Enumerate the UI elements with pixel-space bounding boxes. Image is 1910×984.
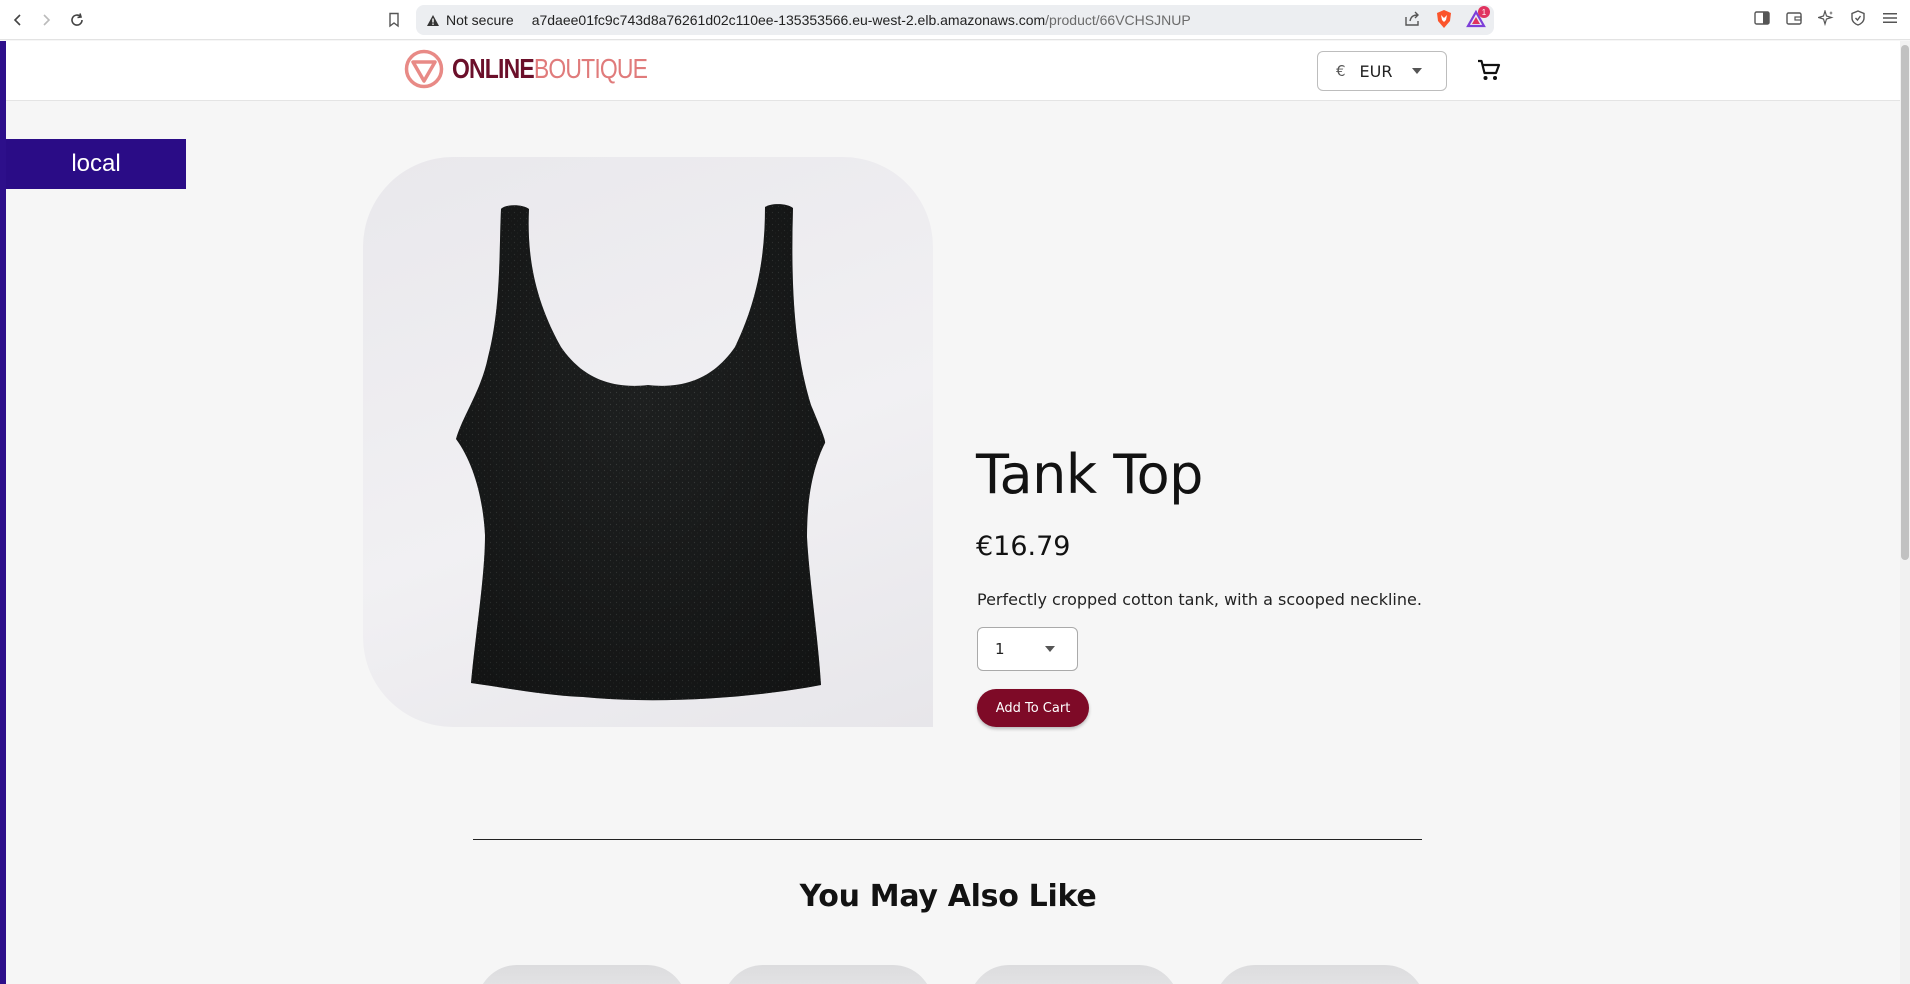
reload-icon[interactable] (65, 8, 89, 32)
product-title: Tank Top (976, 443, 1203, 506)
currency-selector[interactable]: € EUR (1317, 51, 1447, 91)
vpn-icon[interactable] (1848, 8, 1868, 28)
logo-text-boutique: BOUTIQUE (533, 53, 648, 84)
forward-icon[interactable] (34, 8, 58, 32)
url-host: a7daee01fc9c743d8a76261d02c110ee-1353535… (531, 12, 1046, 28)
tank-top-image (456, 204, 826, 701)
menu-icon[interactable] (1880, 8, 1900, 28)
recommendation-card[interactable] (1215, 965, 1425, 984)
caret-down-icon (1044, 646, 1055, 652)
security-label[interactable]: Not secure (446, 12, 514, 28)
currency-symbol: € (1336, 62, 1346, 80)
site-header: ONLINEBOUTIQUE € EUR (6, 41, 1904, 101)
page-viewport: ONLINEBOUTIQUE € EUR local Tank Top €16.… (0, 41, 1910, 984)
cart-icon[interactable] (1476, 57, 1502, 83)
share-icon[interactable] (1402, 9, 1422, 29)
recommendation-card[interactable] (477, 965, 687, 984)
quantity-value: 1 (995, 640, 1005, 658)
caret-down-icon (1412, 68, 1423, 74)
recommendation-list (477, 965, 1425, 984)
logo-text-online: ONLINE (452, 53, 535, 84)
browser-actions (1752, 8, 1900, 28)
recommendation-card[interactable] (723, 965, 933, 984)
address-bar-actions: 1 (1402, 6, 1490, 29)
warning-icon (426, 13, 440, 27)
sidebar-icon[interactable] (1752, 8, 1772, 28)
leo-ai-icon[interactable] (1816, 8, 1836, 28)
product-description: Perfectly cropped cotton tank, with a sc… (977, 590, 1422, 609)
browser-toolbar: Not secure a7daee01fc9c743d8a76261d02c11… (0, 0, 1910, 40)
currency-code: EUR (1359, 61, 1393, 81)
notification-badge: 1 (1478, 6, 1490, 18)
back-icon[interactable] (6, 8, 30, 32)
brave-shield-icon[interactable] (1434, 9, 1454, 29)
bookmark-icon[interactable] (382, 8, 406, 32)
product-price: €16.79 (976, 531, 1071, 562)
brave-rewards-icon[interactable]: 1 (1466, 6, 1490, 29)
environment-badge: local (6, 139, 186, 189)
logo-text: ONLINEBOUTIQUE (452, 53, 648, 85)
site-logo[interactable]: ONLINEBOUTIQUE (404, 49, 690, 89)
section-divider (473, 839, 1422, 840)
quantity-select[interactable]: 1 (977, 627, 1078, 671)
recommendations-title: You May Also Like (799, 879, 1097, 914)
logo-mark-icon (404, 49, 444, 89)
recommendation-card[interactable] (969, 965, 1179, 984)
add-to-cart-button[interactable]: Add To Cart (977, 689, 1089, 727)
url-path: /product/66VCHSJNUP (1045, 12, 1191, 28)
page-scrollbar[interactable] (1900, 41, 1910, 984)
address-bar[interactable]: Not secure a7daee01fc9c743d8a76261d02c11… (416, 5, 1494, 35)
scrollbar-thumb[interactable] (1901, 45, 1909, 560)
wallet-icon[interactable] (1784, 8, 1804, 28)
product-image (363, 157, 933, 727)
